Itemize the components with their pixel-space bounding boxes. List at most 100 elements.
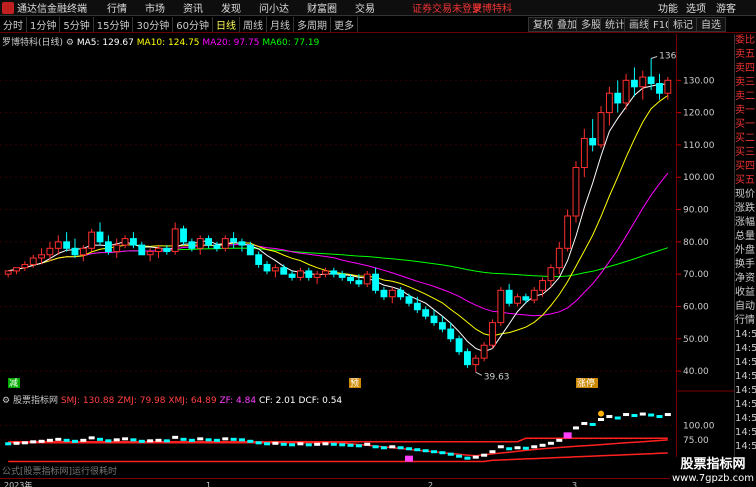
indicator-bar (431, 450, 438, 454)
candle (63, 232, 71, 252)
app-logo (2, 1, 14, 14)
period-5min[interactable]: 5分钟 (60, 17, 94, 32)
side-panel-item[interactable]: 14:5 (735, 440, 756, 454)
side-panel-item[interactable]: 14:5 (735, 328, 756, 342)
menu-functions[interactable]: 功能 (658, 0, 678, 15)
indicator-bar (330, 442, 337, 446)
date-axis: 2023年 1 2 3 (0, 478, 670, 487)
side-panel-item[interactable]: 14:5 (735, 384, 756, 398)
xmj-label: XMJ: 64.89 (168, 396, 217, 406)
side-panel-item[interactable]: 换手 (735, 258, 756, 272)
candle (255, 251, 263, 268)
side-panel-item[interactable]: 买五 (735, 174, 756, 188)
side-panel-item[interactable]: 涨幅 (735, 216, 756, 230)
side-panel-item[interactable]: 14:5 (735, 342, 756, 356)
side-panel-item[interactable]: 外盘 (735, 244, 756, 258)
indicator-bar (606, 415, 613, 419)
candle (514, 293, 521, 307)
indicator-bar (314, 442, 321, 446)
menu-ask[interactable]: 问小达 (259, 0, 289, 15)
period-more[interactable]: 更多 (331, 17, 358, 32)
candle (171, 222, 179, 255)
side-panel-item[interactable]: 行情 (735, 314, 756, 328)
menu-options[interactable]: 选项 (686, 0, 706, 15)
indicator-bar (447, 452, 454, 456)
indicator-bar (547, 441, 554, 445)
side-panel-item[interactable]: 买一 (735, 118, 756, 132)
smj-label: SMJ: 130.88 (60, 396, 115, 406)
price-axis-svg: 130.00 120.00 110.00 100.00 90.00 80.00 70.00 6… (677, 76, 735, 446)
side-panel-item[interactable]: 14:5 (735, 398, 756, 412)
side-panel-item[interactable]: 卖五 (735, 48, 756, 62)
candlestick-chart[interactable]: 136.75 39.63 减 预 涨停 罗博特科(日线) ⚙ MA5: 129.67 M… (0, 34, 691, 390)
side-panel-item[interactable]: 总量 (735, 230, 756, 244)
side-panel-item[interactable]: 净资 (735, 272, 756, 286)
side-panel-item[interactable]: 卖一 (735, 104, 756, 118)
indicator-bar (472, 455, 479, 459)
period-multi[interactable]: 多周期 (294, 17, 331, 32)
xmj-line (8, 452, 668, 463)
period-intraday[interactable]: 分时 (0, 17, 27, 32)
side-panel-item[interactable]: 委比 (735, 34, 756, 48)
side-panel-item[interactable]: 买三 (735, 146, 756, 160)
period-15min[interactable]: 15分钟 (94, 17, 134, 32)
candle (238, 238, 246, 252)
period-1min[interactable]: 1分钟 (27, 17, 61, 32)
indicator-bar (556, 438, 563, 442)
event-marker[interactable]: 预 (350, 378, 359, 389)
menu-wealth[interactable]: 财富圈 (307, 0, 337, 15)
settings-gear-icon[interactable]: ⚙ (66, 38, 77, 48)
watchlist-button[interactable]: 自选 (696, 17, 726, 32)
candle (297, 267, 304, 281)
indicator-bar (21, 441, 28, 445)
side-panel-item[interactable]: 14:5 (735, 356, 756, 370)
period-monthly[interactable]: 月线 (267, 17, 294, 32)
side-panel-item[interactable]: 买二 (735, 132, 756, 146)
price-tick-label: 40.00 (683, 367, 709, 377)
indicator-bar (130, 438, 137, 442)
candle (13, 267, 20, 275)
side-panel-item[interactable]: 涨跌 (735, 202, 756, 216)
indicator-bar (364, 442, 371, 446)
indicator-bar (13, 441, 20, 445)
side-panel-item[interactable]: 卖四 (735, 62, 756, 76)
candle (388, 287, 396, 304)
menu-trade[interactable]: 交易 (355, 0, 375, 15)
side-panel-item[interactable]: 14:5 (735, 426, 756, 440)
indicator-gear-icon[interactable]: ⚙ (2, 396, 13, 406)
candle (631, 67, 638, 97)
side-panel-item[interactable]: 卖二 (735, 90, 756, 104)
mark-button[interactable]: 标记 (668, 17, 698, 32)
menu-market[interactable]: 市场 (145, 0, 165, 15)
title-bar: 通达信金融终端 行情 市场 资讯 发现 问小达 财富圈 交易 证券交易未登录 罗… (0, 0, 756, 16)
candle (522, 293, 530, 304)
side-panel-item[interactable]: 收益 (735, 286, 756, 300)
menu-discover[interactable]: 发现 (221, 0, 241, 15)
period-60min[interactable]: 60分钟 (173, 17, 213, 32)
period-daily[interactable]: 日线 (213, 17, 240, 32)
indicator-bar (105, 439, 112, 443)
period-30min[interactable]: 30分钟 (133, 17, 174, 32)
indicator-bar (339, 443, 346, 447)
indicator-bar (113, 438, 120, 442)
star-signal-icon (598, 410, 605, 417)
menu-quotes[interactable]: 行情 (107, 0, 127, 15)
indicator-bar (230, 437, 237, 441)
event-marker[interactable]: 减 (9, 377, 18, 389)
candle (146, 248, 154, 262)
date-tick-label: 2023年 (4, 480, 32, 487)
menu-news[interactable]: 资讯 (183, 0, 203, 15)
side-panel-item[interactable]: 14:5 (735, 412, 756, 426)
side-panel-item[interactable]: 卖三 (735, 76, 756, 90)
candle (130, 232, 137, 249)
candle (271, 264, 279, 278)
candle (196, 235, 204, 255)
side-panel-item[interactable]: 现价 (735, 188, 756, 202)
event-marker[interactable]: 涨停 (577, 377, 595, 389)
price-tick-label: 80.00 (683, 238, 709, 248)
side-panel-item[interactable]: 自动 (735, 300, 756, 314)
guest-button[interactable]: 游客 (716, 0, 736, 15)
side-panel-item[interactable]: 14:5 (735, 370, 756, 384)
side-panel-item[interactable]: 买四 (735, 160, 756, 174)
period-weekly[interactable]: 周线 (240, 17, 267, 32)
